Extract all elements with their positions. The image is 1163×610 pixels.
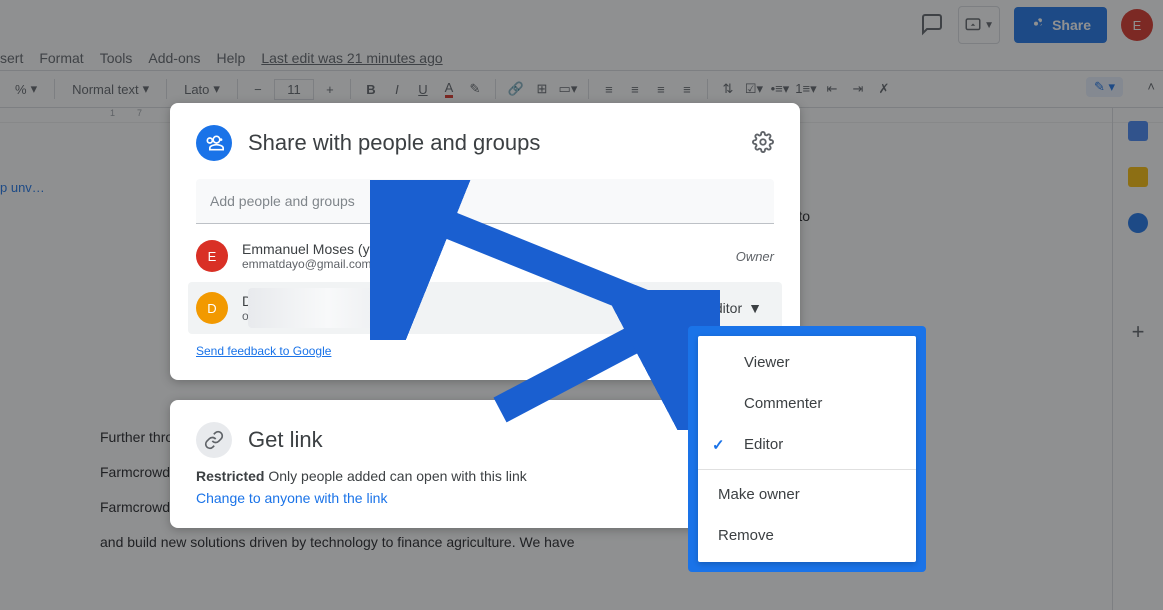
getlink-title: Get link <box>248 427 323 453</box>
person-name: Emmanuel Moses (you) <box>242 241 390 257</box>
arrow-annotation <box>470 290 720 430</box>
owner-role-label: Owner <box>736 249 774 264</box>
person-email: emmatdayo@gmail.com <box>242 257 390 271</box>
role-option-remove[interactable]: Remove <box>698 515 916 556</box>
share-dialog-title: Share with people and groups <box>248 130 540 156</box>
role-option-commenter[interactable]: Commenter <box>698 383 916 424</box>
role-menu-highlight: Viewer Commenter Editor Make owner Remov… <box>688 326 926 572</box>
role-option-viewer[interactable]: Viewer <box>698 342 916 383</box>
link-icon <box>196 422 232 458</box>
avatar: E <box>196 240 228 272</box>
change-link-access[interactable]: Change to anyone with the link <box>196 490 387 506</box>
role-option-makeowner[interactable]: Make owner <box>698 474 916 515</box>
share-settings-icon[interactable] <box>752 131 774 156</box>
avatar: D <box>196 292 228 324</box>
feedback-link[interactable]: Send feedback to Google <box>196 344 331 358</box>
role-menu: Viewer Commenter Editor Make owner Remov… <box>698 336 916 562</box>
role-option-editor[interactable]: Editor <box>698 424 916 465</box>
people-icon <box>196 125 232 161</box>
chevron-down-icon: ▼ <box>748 300 762 316</box>
menu-separator <box>698 469 916 470</box>
